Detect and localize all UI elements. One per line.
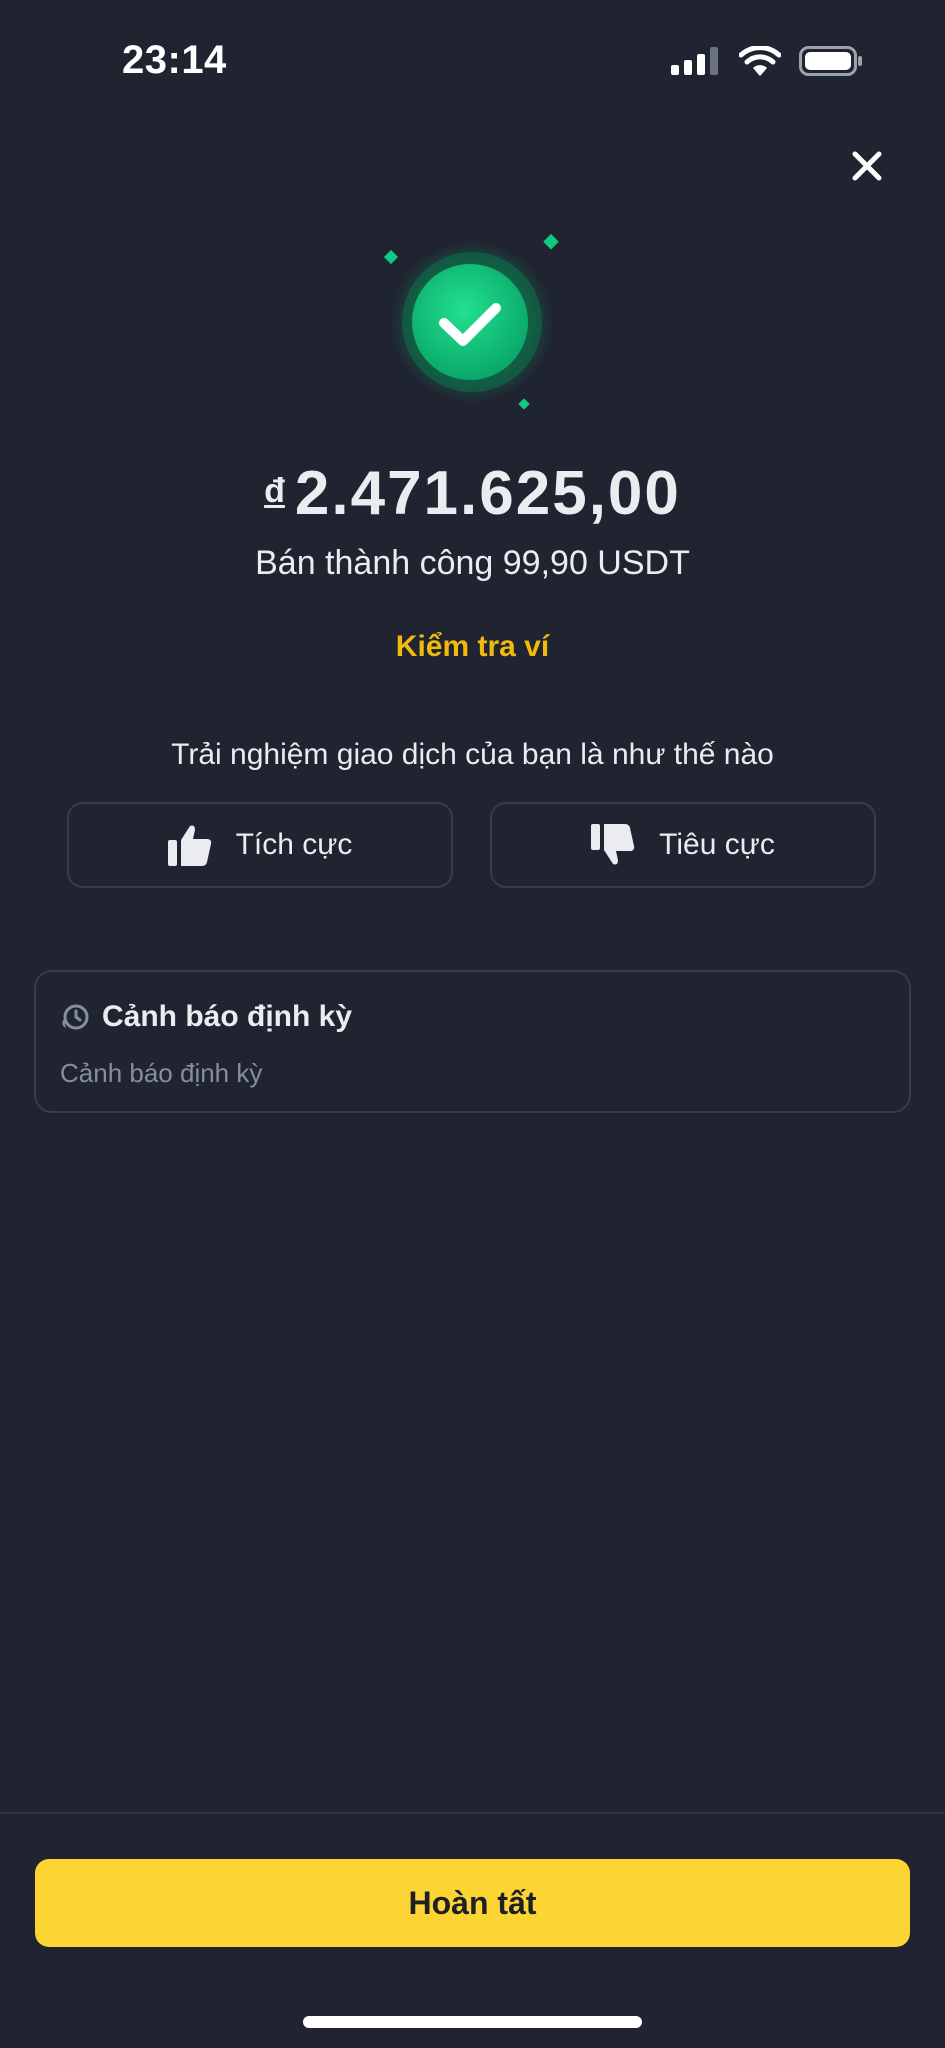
wifi-icon <box>739 46 781 76</box>
negative-feedback-button[interactable]: Tiêu cực <box>490 802 876 888</box>
footer-divider <box>0 1812 945 1814</box>
currency-symbol: đ <box>264 472 285 510</box>
positive-feedback-button[interactable]: Tích cực <box>67 802 453 888</box>
thumbs-up-icon <box>167 825 211 866</box>
alert-description: Cảnh báo định kỳ <box>60 1058 263 1088</box>
home-indicator <box>303 2016 642 2028</box>
sell-success-message: Bán thành công 99,90 USDT <box>255 544 690 582</box>
battery-icon <box>799 46 862 76</box>
feedback-question: Trải nghiệm giao dịch của bạn là như thế… <box>171 738 774 771</box>
success-illustration <box>372 232 572 422</box>
alarm-icon <box>62 1004 89 1030</box>
alert-title: Cảnh báo định kỳ <box>102 1000 353 1033</box>
check-wallet-link[interactable]: Kiểm tra ví <box>0 630 945 664</box>
amount-value: 2.471.625,00 <box>294 459 681 528</box>
amount-row: đ 2.471.625,00 <box>0 458 945 529</box>
done-button[interactable]: Hoàn tất <box>35 1859 910 1947</box>
signal-icon <box>671 47 718 75</box>
close-icon <box>852 151 882 181</box>
positive-feedback-label: Tích cực <box>235 828 353 861</box>
alert-title-row: Cảnh báo định kỳ <box>60 1000 352 1034</box>
status-bar-icons <box>671 46 863 76</box>
status-bar-time: 23:14 <box>122 38 227 82</box>
check-circle-icon <box>383 233 559 410</box>
close-button[interactable] <box>845 144 889 188</box>
periodic-alert-card[interactable]: Cảnh báo định kỳ Cảnh báo định kỳ <box>34 970 911 1113</box>
thumbs-down-icon <box>591 824 635 865</box>
negative-feedback-label: Tiêu cực <box>659 828 775 861</box>
